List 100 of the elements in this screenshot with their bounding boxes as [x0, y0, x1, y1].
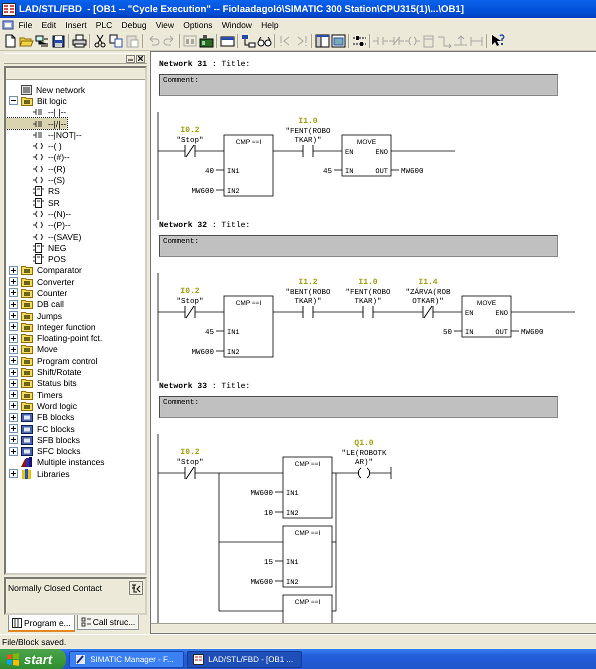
tree-item[interactable]: --|NOT|--: [6, 129, 83, 140]
details-button[interactable]: [330, 32, 346, 50]
menu-item[interactable]: Options: [178, 20, 218, 30]
help-button[interactable]: [129, 581, 143, 595]
tree-item[interactable]: --(R): [6, 163, 66, 174]
expand-icon[interactable]: [9, 344, 18, 354]
tree-item[interactable]: Status bits: [6, 378, 78, 390]
save-button[interactable]: [50, 32, 66, 50]
tree-item[interactable]: --| |--: [6, 106, 68, 118]
tree-item[interactable]: Bit logic: [6, 95, 68, 107]
start-button[interactable]: start: [0, 649, 66, 669]
menu-item[interactable]: Help: [256, 20, 284, 30]
box-icon: [420, 34, 436, 48]
minimize-button[interactable]: [126, 54, 135, 62]
document-icon[interactable]: [2, 20, 14, 30]
taskbar-button[interactable]: LAD/STL/FBD - [OB1 ...: [187, 651, 302, 668]
tree-item[interactable]: Libraries: [6, 468, 71, 480]
network-button[interactable]: [240, 32, 256, 50]
window-title: LAD/STL/FBD - [OB1 -- "Cycle Execution" -- Fiolaadagoló\SIMATIC 300 Station\CPU315(1)\...\OB1]: [19, 4, 464, 14]
copy-icon: [108, 34, 124, 48]
function-block: [342, 134, 392, 176]
tree-item[interactable]: Multiple instances: [6, 456, 106, 468]
wire: [312, 150, 342, 152]
tree-item[interactable]: New network: [6, 84, 86, 96]
wire: [216, 330, 224, 332]
menu-item[interactable]: Window: [217, 20, 257, 30]
menu-item[interactable]: View: [151, 20, 179, 30]
expand-icon[interactable]: [9, 390, 18, 400]
tree-item[interactable]: Floating-point fct.: [6, 332, 104, 344]
expand-icon[interactable]: [9, 435, 18, 444]
nodes-button[interactable]: [34, 32, 50, 50]
expand-icon[interactable]: [9, 277, 18, 286]
tree-item[interactable]: Comparator: [6, 264, 83, 276]
tree-item[interactable]: POS: [6, 253, 67, 265]
menu-item[interactable]: PLC: [91, 20, 117, 30]
menu-item[interactable]: Edit: [36, 20, 61, 30]
coil-icon: [33, 208, 44, 219]
menu-item[interactable]: File: [14, 20, 37, 30]
expand-icon[interactable]: [9, 300, 18, 309]
tree-item[interactable]: FB blocks: [6, 412, 76, 423]
tree-item[interactable]: --(#)--: [6, 152, 71, 164]
tree-item[interactable]: SR: [6, 196, 61, 208]
tree-item[interactable]: Timers: [6, 389, 64, 400]
tree-item[interactable]: Integer function: [6, 321, 97, 333]
overview-button[interactable]: [314, 32, 330, 50]
tree-item[interactable]: --(N)--: [6, 208, 72, 220]
tree-item[interactable]: --(P)--: [6, 220, 72, 231]
expand-icon[interactable]: [9, 401, 18, 410]
tree-item[interactable]: --(S): [6, 174, 66, 186]
tree-item[interactable]: Move: [6, 344, 59, 356]
tree-item[interactable]: DB call: [6, 298, 65, 310]
tree-item[interactable]: NEG: [6, 242, 68, 254]
expand-icon[interactable]: [9, 288, 18, 298]
panel-tab[interactable]: Program e...: [8, 615, 75, 632]
tree-item[interactable]: --( ): [6, 140, 63, 152]
coil-icon: [33, 175, 44, 186]
tree-item[interactable]: Shift/Rotate: [6, 366, 82, 378]
cut-button[interactable]: [92, 32, 108, 50]
tree-item[interactable]: Converter: [6, 276, 76, 288]
block-icon: [33, 186, 44, 196]
collapse-icon[interactable]: [9, 96, 18, 106]
folder-icon: [21, 378, 33, 388]
coil-icon: [404, 34, 420, 48]
tree-item[interactable]: SFC blocks: [6, 446, 82, 457]
expand-icon[interactable]: [9, 378, 18, 388]
expand-icon[interactable]: [9, 412, 18, 422]
close-icon: [138, 56, 143, 61]
tree-item[interactable]: --(SAVE): [6, 230, 82, 242]
paste-icon: [124, 34, 140, 48]
print-button[interactable]: [71, 32, 87, 50]
module-button[interactable]: [198, 32, 214, 50]
contact-icon: [33, 107, 44, 118]
menu-item[interactable]: Debug: [116, 20, 152, 30]
tree-item[interactable]: Program control: [6, 355, 98, 366]
copy-button[interactable]: [108, 32, 124, 50]
expand-icon[interactable]: [9, 469, 18, 478]
tree-item[interactable]: Jumps: [6, 310, 64, 322]
address-label: I1.0: [358, 278, 378, 287]
expand-icon[interactable]: [9, 311, 18, 320]
expand-icon[interactable]: [9, 424, 18, 434]
expand-icon[interactable]: [9, 356, 18, 366]
taskbar-button[interactable]: SIMATIC Manager - F...: [69, 651, 184, 668]
panel-tab[interactable]: Call struc...: [76, 615, 140, 630]
tree-item[interactable]: RS: [6, 186, 61, 197]
tree-item[interactable]: Counter: [6, 287, 68, 299]
expand-icon[interactable]: [9, 446, 18, 456]
address-label: I0.2: [180, 126, 200, 135]
call-structure-icon: [80, 617, 91, 627]
close-button[interactable]: [136, 54, 145, 62]
tree-item[interactable]: Word logic: [6, 400, 78, 412]
tree-item[interactable]: --|/|--: [6, 118, 68, 130]
folder-icon: [21, 276, 33, 287]
tree-item[interactable]: FC blocks: [6, 422, 76, 434]
expand-icon[interactable]: [9, 368, 18, 377]
menu-item[interactable]: Insert: [60, 20, 92, 30]
expand-icon[interactable]: [9, 322, 18, 332]
expand-icon[interactable]: [9, 334, 18, 343]
tree-item[interactable]: SFB blocks: [6, 434, 81, 446]
expand-icon[interactable]: [9, 266, 18, 275]
open-branch-icon: [436, 34, 452, 48]
